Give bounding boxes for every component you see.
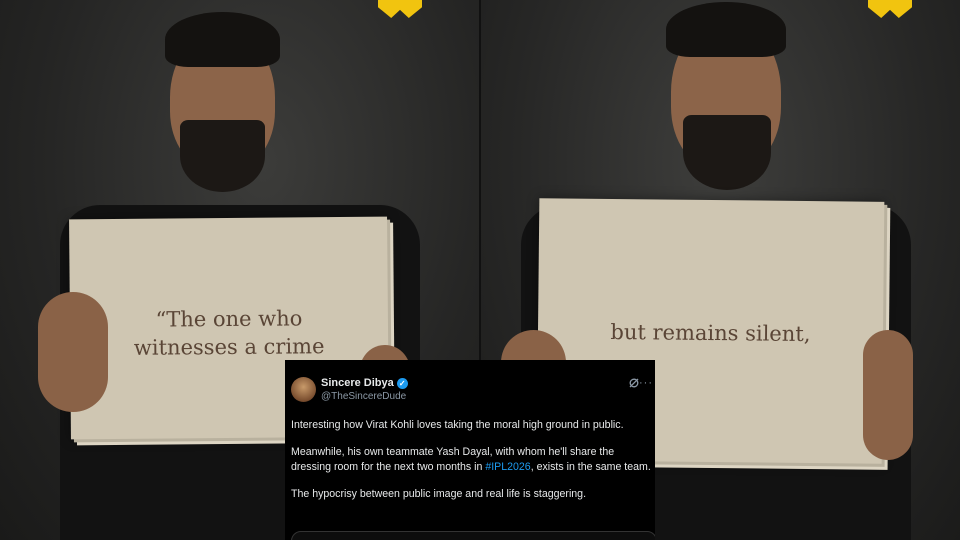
grok-icon[interactable] bbox=[629, 378, 639, 388]
person-beard bbox=[683, 115, 771, 190]
tweet-card[interactable]: Sincere Dibya ✓ @TheSincereDude ··· Inter… bbox=[285, 360, 655, 540]
right-sign-line1: but remains silent, bbox=[610, 319, 811, 347]
tweet-paragraph-1: Interesting how Virat Kohli loves taking… bbox=[291, 419, 624, 431]
author-handle[interactable]: @TheSincereDude bbox=[321, 391, 406, 402]
tweet-paragraph-2-end: , exists in the same team. bbox=[530, 461, 651, 473]
tweet-paragraph-2: Meanwhile, his own teammate Yash Dayal, … bbox=[291, 445, 653, 475]
avatar[interactable] bbox=[291, 377, 316, 402]
tweet-media-preview[interactable] bbox=[291, 531, 655, 540]
author-name-text: Sincere Dibya bbox=[321, 377, 394, 389]
hashtag-link[interactable]: #IPL2026 bbox=[485, 461, 530, 473]
left-sign-line2: witnesses a crime bbox=[133, 334, 325, 360]
verified-badge-icon: ✓ bbox=[396, 377, 408, 389]
person-hair bbox=[666, 2, 786, 57]
tweet-paragraph-3: The hypocrisy between public image and r… bbox=[291, 488, 587, 500]
more-options-icon[interactable]: ··· bbox=[639, 377, 653, 389]
left-hand bbox=[38, 292, 108, 412]
tweet-text: Interesting how Virat Kohli loves taking… bbox=[291, 418, 653, 514]
right-hand bbox=[863, 330, 913, 460]
brand-logo-icon bbox=[378, 0, 422, 18]
person-hair bbox=[165, 12, 280, 67]
brand-logo-icon bbox=[868, 0, 912, 18]
author-name[interactable]: Sincere Dibya ✓ bbox=[321, 377, 408, 389]
person-beard bbox=[180, 120, 265, 192]
